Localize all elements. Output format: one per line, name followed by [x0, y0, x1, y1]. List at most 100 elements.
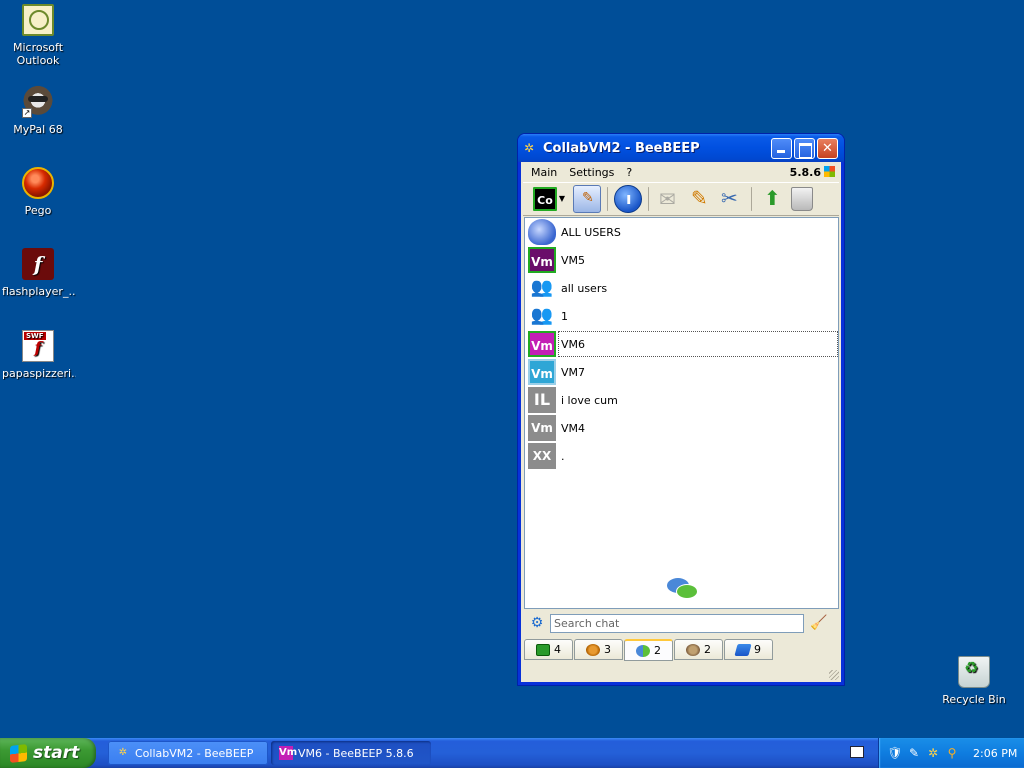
tools-icon[interactable]	[717, 185, 745, 213]
resize-grip[interactable]	[829, 670, 839, 680]
mypal-icon: ↗	[22, 86, 54, 118]
version-label: 5.8.6	[789, 165, 837, 179]
tab-groups[interactable]: 3	[574, 639, 623, 660]
toolbar: Co ▼	[523, 182, 839, 216]
security-shield-icon[interactable]: 🛡	[887, 745, 903, 761]
list-item-vm6[interactable]: Vm VM6	[525, 330, 838, 358]
group-icon: 👥	[530, 277, 554, 298]
desktop-icon-papaspizzeria[interactable]: f papaspizzeri...	[0, 330, 76, 380]
start-label: start	[33, 743, 80, 763]
all-users-chat-icon	[528, 219, 556, 245]
network-icon[interactable]	[614, 185, 642, 213]
taskbar-button-vm6[interactable]: Vm VM6 - BeeBEEP 5.8.6	[271, 741, 431, 765]
desktop-icon-label: Recycle Bin	[942, 693, 1006, 706]
avatar: Vm	[528, 331, 556, 357]
user-name: ALL USERS	[561, 225, 621, 239]
status-button[interactable]: Co	[533, 187, 557, 211]
close-icon: ✕	[822, 140, 833, 156]
menu-settings[interactable]: Settings	[563, 166, 620, 179]
tab-pins[interactable]: 9	[724, 639, 773, 660]
update-icon[interactable]	[758, 185, 786, 213]
keyboard-icon[interactable]	[850, 746, 864, 758]
beebeep-window[interactable]: ✲ CollabVM2 - BeeBEEP ✕ Main Settings ? …	[518, 134, 844, 685]
avatar: Vm	[528, 415, 556, 441]
toolbar-separator	[648, 187, 649, 211]
desktop-icon-mypal[interactable]: ↗ MyPal 68	[0, 86, 76, 136]
tab-users[interactable]: 4	[524, 639, 573, 660]
menu-main[interactable]: Main	[525, 166, 563, 179]
user-name: 1	[561, 309, 568, 323]
mail-icon[interactable]	[655, 185, 683, 213]
list-item-vm7[interactable]: Vm VM7	[525, 358, 838, 386]
vm-avatar-icon: Vm	[279, 746, 298, 760]
user-name: VM7	[561, 365, 586, 379]
tab-count: 2	[704, 643, 711, 656]
minimize-button[interactable]	[771, 137, 792, 159]
desktop-icon-pego[interactable]: Pego	[0, 167, 76, 217]
profile-icon[interactable]	[573, 185, 601, 213]
group-icon: 👥	[530, 305, 554, 326]
toolbar-separator	[607, 187, 608, 211]
bee-icon: ✲	[524, 141, 535, 155]
windows-logo-icon	[10, 743, 27, 763]
pins-icon	[734, 643, 752, 656]
desktop-icon-label: flashplayer_...	[2, 285, 76, 298]
search-icon[interactable]: ⚲	[944, 745, 960, 761]
gear-icon[interactable]: ⚙	[528, 614, 546, 632]
maximize-icon	[795, 139, 814, 158]
clear-search-icon[interactable]: 🧹	[810, 614, 828, 632]
user-list[interactable]: ALL USERS Vm VM5 👥 all users 👥 1 Vm VM6 …	[524, 217, 839, 609]
recycle-bin-icon	[958, 656, 990, 688]
start-button[interactable]: start	[0, 738, 96, 768]
desktop-icon-label: MyPal 68	[13, 123, 63, 136]
users-online-icon	[536, 643, 550, 656]
search-bar: ⚙ 🧹	[524, 612, 839, 634]
taskbar-button-collabvm2[interactable]: ✲ CollabVM2 - BeeBEEP	[108, 741, 268, 765]
selection-focus-rect	[558, 331, 838, 357]
list-item-vm5[interactable]: Vm VM5	[525, 246, 838, 274]
version-text: 5.8.6	[789, 165, 821, 179]
tab-count: 2	[654, 644, 661, 657]
tab-count: 9	[754, 643, 761, 656]
chats-icon	[636, 644, 650, 657]
list-item-user-il[interactable]: IL i love cum	[525, 386, 838, 414]
system-tray: 🛡 ✎ ✲ ⚲ 2:06 PM	[878, 738, 1024, 768]
trash-icon[interactable]	[791, 187, 813, 211]
close-button[interactable]: ✕	[817, 137, 838, 159]
desktop-icon-recycle-bin[interactable]: Recycle Bin	[936, 656, 1012, 706]
menu-help[interactable]: ?	[620, 166, 638, 179]
list-item-group-all-users[interactable]: 👥 all users	[525, 274, 838, 302]
tab-chats[interactable]: 2	[624, 639, 673, 661]
network-tray-icon[interactable]: ✎	[906, 745, 922, 761]
bee-tray-icon[interactable]: ✲	[925, 745, 941, 761]
desktop-icon-outlook[interactable]: Microsoft Outlook	[0, 4, 76, 67]
toolbar-separator	[751, 187, 752, 211]
list-item-user-xx[interactable]: XX .	[525, 442, 838, 470]
desktop-icon-label: papaspizzeri...	[2, 367, 76, 380]
search-input[interactable]	[550, 613, 804, 633]
task-label: CollabVM2 - BeeBEEP	[135, 746, 254, 760]
avatar: IL	[528, 387, 556, 413]
title-bar[interactable]: ✲ CollabVM2 - BeeBEEP ✕	[518, 134, 844, 162]
list-item-group-1[interactable]: 👥 1	[525, 302, 838, 330]
desktop-icon-flashplayer[interactable]: f flashplayer_...	[0, 248, 76, 298]
bee-icon: ✲	[118, 747, 128, 758]
windows-flag-icon	[824, 165, 835, 177]
list-item-all-users[interactable]: ALL USERS	[525, 218, 838, 246]
user-name: VM5	[561, 253, 586, 267]
list-item-vm4[interactable]: Vm VM4	[525, 414, 838, 442]
outlook-icon	[22, 4, 54, 36]
pego-icon	[22, 167, 54, 199]
flash-icon: f	[22, 248, 54, 280]
note-icon[interactable]	[686, 185, 714, 213]
user-name: i love cum	[561, 393, 618, 407]
user-name: all users	[561, 281, 608, 295]
minimize-icon	[772, 139, 791, 158]
status-dropdown-arrow-icon[interactable]: ▼	[557, 185, 567, 213]
tab-bar: 4 3 2 2 9	[524, 639, 774, 661]
avatar: Vm	[528, 247, 556, 273]
task-label: VM6 - BeeBEEP 5.8.6	[298, 746, 414, 760]
maximize-button[interactable]	[794, 137, 815, 159]
taskbar: start ✲ CollabVM2 - BeeBEEP Vm VM6 - Bee…	[0, 738, 1024, 768]
tab-group-chats[interactable]: 2	[674, 639, 723, 660]
